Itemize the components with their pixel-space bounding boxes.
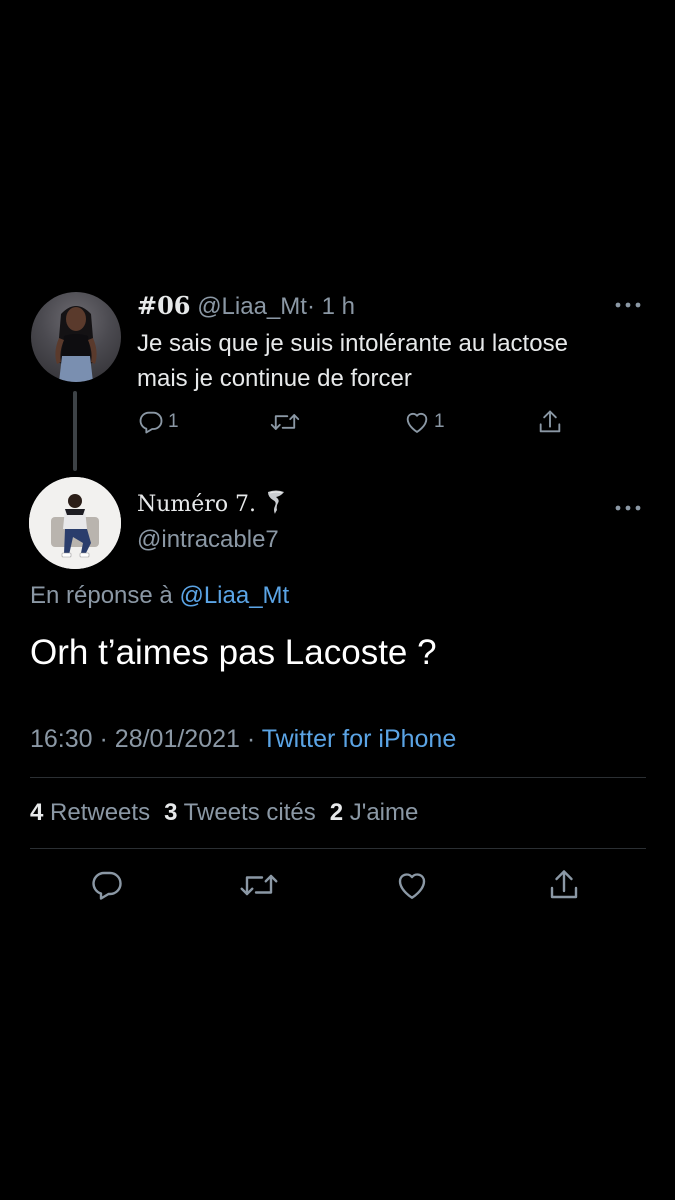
engagement-stats: 4 Retweets 3 Tweets cités 2 J'aime <box>30 797 418 829</box>
tweet-date[interactable]: 28/01/2021 <box>115 725 240 753</box>
share-icon <box>539 410 561 433</box>
reply-prefix: En réponse à <box>30 582 173 609</box>
heart-icon <box>398 873 426 899</box>
meta-separator-2: · <box>246 725 256 753</box>
quotes-stat[interactable]: 3 Tweets cités <box>164 799 316 826</box>
tweet-meta: 16:30 · 28/01/2021 · Twitter for iPhone <box>30 723 456 755</box>
reply-handle-link[interactable]: @Liaa_Mt <box>179 582 289 609</box>
main-display-name[interactable]: Numéro 7. <box>137 489 285 520</box>
parent-tweet-header: #06 @Liaa_Mt· 1 h <box>137 290 355 323</box>
parent-text-line-1: Je sais que je suis intolérante au lacto… <box>137 330 568 357</box>
likes-count: 2 <box>329 799 344 826</box>
share-button[interactable] <box>546 867 582 903</box>
parent-action-bar: 1 1 <box>137 408 577 442</box>
tweet-source-link[interactable]: Twitter for iPhone <box>262 725 457 753</box>
parent-tweet-text: Je sais que je suis intolérante au lacto… <box>137 326 647 396</box>
tweet-time[interactable]: 16:30 <box>30 725 93 753</box>
parent-reply-button[interactable]: 1 <box>137 408 179 436</box>
main-handle[interactable]: @intracable7 <box>137 525 279 555</box>
main-display-name-text: Numéro 7. <box>137 492 257 517</box>
heart-icon <box>406 413 428 433</box>
more-horizontal-icon[interactable] <box>613 300 643 310</box>
main-action-bar <box>0 867 675 907</box>
reply-context: En réponse à @Liaa_Mt <box>30 580 289 612</box>
retweet-icon <box>270 414 300 430</box>
parent-time-separator: · <box>306 293 315 320</box>
retweets-label: Retweets <box>50 799 151 826</box>
parent-like-count: 1 <box>434 411 445 432</box>
quotes-count: 3 <box>164 799 178 826</box>
parent-avatar[interactable] <box>31 292 121 382</box>
likes-label: J'aime <box>349 799 419 826</box>
parent-share-button[interactable] <box>536 408 564 436</box>
divider <box>30 848 646 849</box>
parent-text-line-2: mais je continue de forcer <box>137 365 412 392</box>
parent-time-ago: 1 h <box>321 293 355 320</box>
parent-retweet-button[interactable] <box>270 408 300 436</box>
retweet-button[interactable] <box>239 867 279 903</box>
parent-tweet[interactable]: #06 @Liaa_Mt· 1 h Je sais que je suis in… <box>0 288 675 478</box>
main-avatar[interactable] <box>29 477 121 569</box>
reply-bubble-icon <box>92 871 122 900</box>
more-horizontal-icon[interactable] <box>613 503 643 513</box>
parent-like-button[interactable]: 1 <box>403 408 445 436</box>
person-photo-icon <box>29 477 121 569</box>
main-tweet-text: Orh t’aimes pas Lacoste ? <box>30 633 437 672</box>
reply-button[interactable] <box>89 867 125 903</box>
tornado-emoji-icon <box>268 490 285 514</box>
thread-connector-line <box>73 391 77 471</box>
reply-bubble-icon <box>139 411 163 434</box>
quotes-label: Tweets cités <box>183 799 316 826</box>
retweets-count: 4 <box>30 799 44 826</box>
parent-display-name[interactable]: #06 <box>137 291 191 320</box>
share-icon <box>550 870 578 899</box>
meta-separator-1: · <box>99 725 108 753</box>
likes-stat[interactable]: 2 J'aime <box>330 799 419 826</box>
screen: #06 @Liaa_Mt· 1 h Je sais que je suis in… <box>0 0 675 1200</box>
person-photo-icon <box>55 306 97 382</box>
retweet-icon <box>240 874 278 896</box>
like-button[interactable] <box>393 867 431 903</box>
retweets-stat[interactable]: 4 Retweets <box>30 799 150 826</box>
parent-reply-count: 1 <box>168 411 179 432</box>
divider <box>30 777 646 778</box>
parent-handle[interactable]: @Liaa_Mt <box>197 293 307 320</box>
